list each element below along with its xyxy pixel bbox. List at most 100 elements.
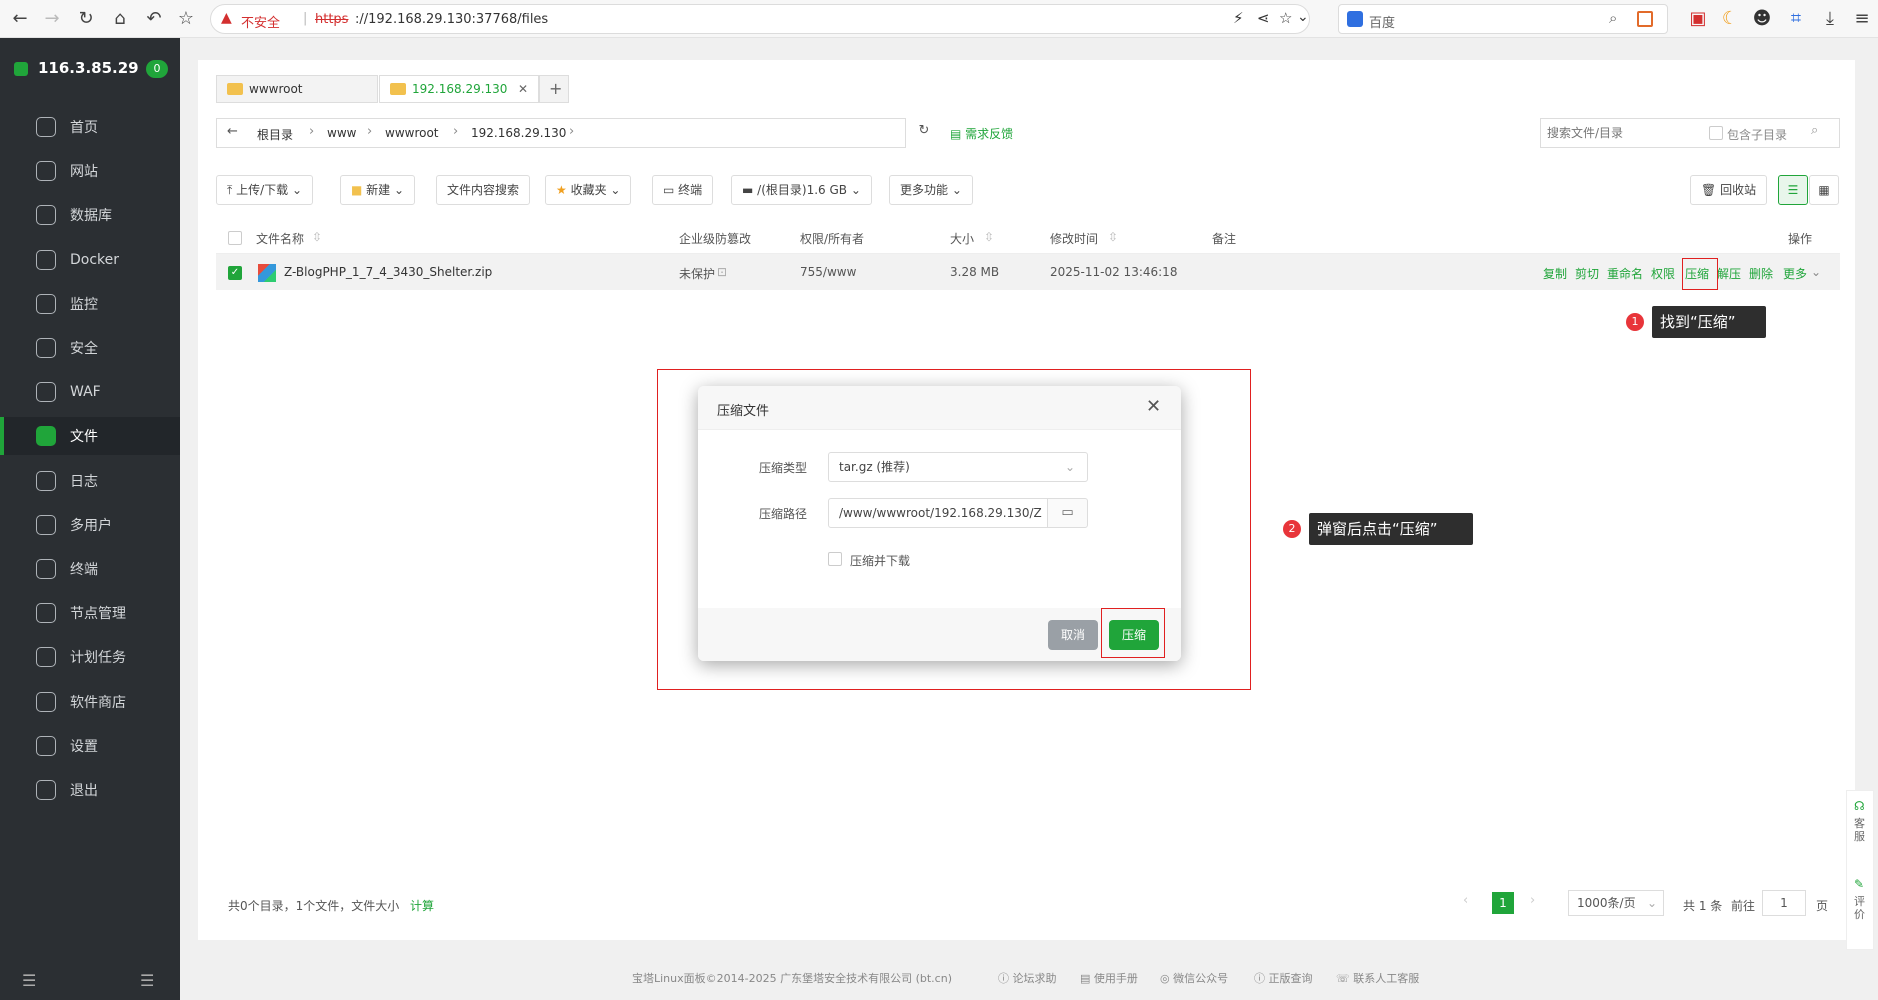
grid-view-icon[interactable]: ▦ bbox=[1809, 175, 1839, 205]
crumb-www[interactable]: www bbox=[327, 126, 356, 140]
home-icon bbox=[36, 117, 56, 137]
op-permission[interactable]: 权限 bbox=[1651, 265, 1675, 282]
tab-192-168-29-130[interactable]: 192.168.29.130 ✕ bbox=[379, 75, 539, 103]
message-count-badge[interactable]: 0 bbox=[146, 60, 168, 78]
col-name[interactable]: 文件名称 bbox=[256, 230, 304, 247]
undo-icon[interactable]: ↶ bbox=[142, 7, 166, 31]
browser-search[interactable]: 百度 ⌕ bbox=[1338, 4, 1668, 34]
sidebar-item[interactable]: Docker bbox=[0, 241, 180, 279]
file-perm[interactable]: 755/www bbox=[800, 265, 856, 279]
subdir-checkbox[interactable] bbox=[1709, 126, 1723, 140]
menu-icon[interactable]: ≡ bbox=[1850, 7, 1874, 31]
close-tab-icon[interactable]: ✕ bbox=[518, 76, 528, 102]
tab-wwwroot[interactable]: wwwroot bbox=[216, 75, 378, 103]
sidebar-item[interactable]: 设置 bbox=[0, 727, 180, 765]
reload-icon[interactable]: ↻ bbox=[74, 7, 98, 31]
pdf-icon[interactable]: ▣ bbox=[1686, 7, 1710, 31]
footer-link-support[interactable]: ☏ 联系人工客服 bbox=[1336, 970, 1419, 986]
address-bar[interactable]: ▲ 不安全 | https ://192.168.29.130:37768/fi… bbox=[210, 4, 1310, 34]
sidebar-item[interactable]: 监控 bbox=[0, 285, 180, 323]
sidebar-item[interactable]: 首页 bbox=[0, 108, 180, 146]
per-page-select[interactable]: 1000条/页 ⌄ bbox=[1568, 890, 1664, 916]
back-arrow-icon[interactable]: ← bbox=[227, 124, 238, 139]
compress-type-select[interactable]: tar.gz (推荐) ⌄ bbox=[828, 452, 1088, 482]
back-icon[interactable]: ← bbox=[8, 7, 32, 31]
op-more[interactable]: 更多 bbox=[1783, 265, 1807, 282]
sidebar-item[interactable]: 软件商店 bbox=[0, 683, 180, 721]
new-button[interactable]: ■ 新建 ⌄ bbox=[340, 175, 416, 205]
col-size[interactable]: 大小 bbox=[950, 230, 974, 247]
op-cut[interactable]: 剪切 bbox=[1575, 265, 1599, 282]
op-copy[interactable]: 复制 bbox=[1543, 265, 1567, 282]
goto-page-input[interactable]: 1 bbox=[1762, 890, 1806, 916]
recycle-bin-button[interactable]: 🗑 回收站 bbox=[1690, 175, 1768, 205]
sidebar-item[interactable]: 节点管理 bbox=[0, 594, 180, 632]
prev-page-icon[interactable]: ‹ bbox=[1463, 893, 1468, 908]
list-view-icon[interactable]: ☰ bbox=[1778, 175, 1808, 205]
sidebar-item[interactable]: 文件 bbox=[0, 417, 180, 456]
compress-path-input[interactable]: /www/wwwroot/192.168.29.130/Z bbox=[828, 498, 1048, 528]
crumb-ip[interactable]: 192.168.29.130 bbox=[471, 126, 566, 140]
search-icon[interactable]: ⌕ bbox=[1811, 123, 1818, 138]
sidebar-item[interactable]: 数据库 bbox=[0, 196, 180, 234]
disk-button[interactable]: ▬ /(根目录)1.6 GB ⌄ bbox=[731, 175, 872, 205]
content-search-button[interactable]: 文件内容搜索 bbox=[436, 175, 531, 205]
copyright: 宝塔Linux面板©2014-2025 广东堡塔安全技术有限公司 (bt.cn) bbox=[632, 972, 952, 985]
col-mtime[interactable]: 修改时间 bbox=[1050, 230, 1098, 247]
close-icon[interactable]: ✕ bbox=[1146, 396, 1161, 417]
footer-link-manual[interactable]: ▤ 使用手册 bbox=[1080, 970, 1138, 986]
more-features-button[interactable]: 更多功能 ⌄ bbox=[889, 175, 973, 205]
footer-link-license[interactable]: ⓘ 正版查询 bbox=[1254, 970, 1313, 986]
list-icon[interactable]: ☰ bbox=[140, 971, 154, 990]
star-icon[interactable]: ☆ bbox=[174, 7, 198, 31]
forward-icon[interactable]: → bbox=[40, 7, 64, 31]
calc-link[interactable]: 计算 bbox=[410, 897, 434, 914]
footer-link-forum[interactable]: ⓘ 论坛求助 bbox=[998, 970, 1057, 986]
crumb-root[interactable]: 根目录 bbox=[257, 126, 293, 143]
apps-icon[interactable] bbox=[1637, 11, 1653, 27]
rate-button[interactable]: 评价 bbox=[1854, 895, 1866, 921]
bookmark-star-icon[interactable]: ☆ bbox=[1279, 9, 1292, 27]
file-name[interactable]: Z-BlogPHP_1_7_4_3430_Shelter.zip bbox=[284, 265, 492, 279]
sidebar-item[interactable]: 安全 bbox=[0, 329, 180, 367]
sidebar-item[interactable]: 日志 bbox=[0, 462, 180, 500]
next-page-icon[interactable]: › bbox=[1530, 893, 1535, 908]
cancel-button[interactable]: 取消 bbox=[1048, 620, 1098, 650]
robot-icon[interactable]: ☻ bbox=[1750, 7, 1774, 31]
file-search-input[interactable] bbox=[1547, 123, 1697, 143]
sidebar-item[interactable]: 多用户 bbox=[0, 506, 180, 544]
collapse-icon[interactable]: ☰ bbox=[22, 971, 36, 990]
crumb-wwwroot[interactable]: wwwroot bbox=[385, 126, 439, 140]
select-all-checkbox[interactable] bbox=[228, 231, 242, 245]
download-icon[interactable]: ⤓ bbox=[1818, 7, 1842, 31]
share-icon[interactable]: ⋖ bbox=[1257, 9, 1270, 27]
sidebar-item[interactable]: WAF bbox=[0, 373, 180, 411]
protect-status[interactable]: 未保护 bbox=[679, 265, 715, 282]
sidebar-item[interactable]: 退出 bbox=[0, 771, 180, 809]
docker-icon bbox=[36, 249, 56, 270]
sidebar-item[interactable]: 终端 bbox=[0, 550, 180, 588]
customer-service-button[interactable]: 客服 bbox=[1854, 817, 1866, 843]
sidebar-item[interactable]: 计划任务 bbox=[0, 638, 180, 676]
op-delete[interactable]: 删除 bbox=[1749, 265, 1773, 282]
lightning-icon[interactable]: ⚡ bbox=[1233, 9, 1244, 27]
sidebar-item[interactable]: 网站 bbox=[0, 152, 180, 190]
row-checkbox-checked[interactable]: ✓ bbox=[228, 266, 242, 280]
feedback-link[interactable]: ▤ 需求反馈 bbox=[950, 125, 1013, 142]
refresh-icon[interactable]: ↻ bbox=[912, 123, 936, 147]
terminal-button[interactable]: ▭ 终端 bbox=[652, 175, 714, 205]
home-icon[interactable]: ⌂ bbox=[108, 7, 132, 31]
op-extract[interactable]: 解压 bbox=[1717, 265, 1741, 282]
folder-picker-icon[interactable]: ▭ bbox=[1047, 498, 1088, 528]
chevron-down-icon[interactable]: ⌄ bbox=[1297, 9, 1309, 25]
new-tab-button[interactable]: + bbox=[539, 75, 569, 103]
page-number[interactable]: 1 bbox=[1492, 892, 1514, 914]
compress-download-checkbox[interactable] bbox=[828, 552, 842, 566]
upload-download-button[interactable]: ⤒ 上传/下载 ⌄ bbox=[216, 175, 314, 205]
search-icon[interactable]: ⌕ bbox=[1609, 9, 1617, 27]
footer-link-wechat[interactable]: ◎ 微信公众号 bbox=[1160, 970, 1228, 986]
op-rename[interactable]: 重命名 bbox=[1607, 265, 1643, 282]
moon-icon[interactable]: ☾ bbox=[1718, 7, 1742, 31]
crop-icon[interactable]: ⌗ bbox=[1784, 7, 1808, 31]
favorites-button[interactable]: ★ 收藏夹 ⌄ bbox=[545, 175, 632, 205]
